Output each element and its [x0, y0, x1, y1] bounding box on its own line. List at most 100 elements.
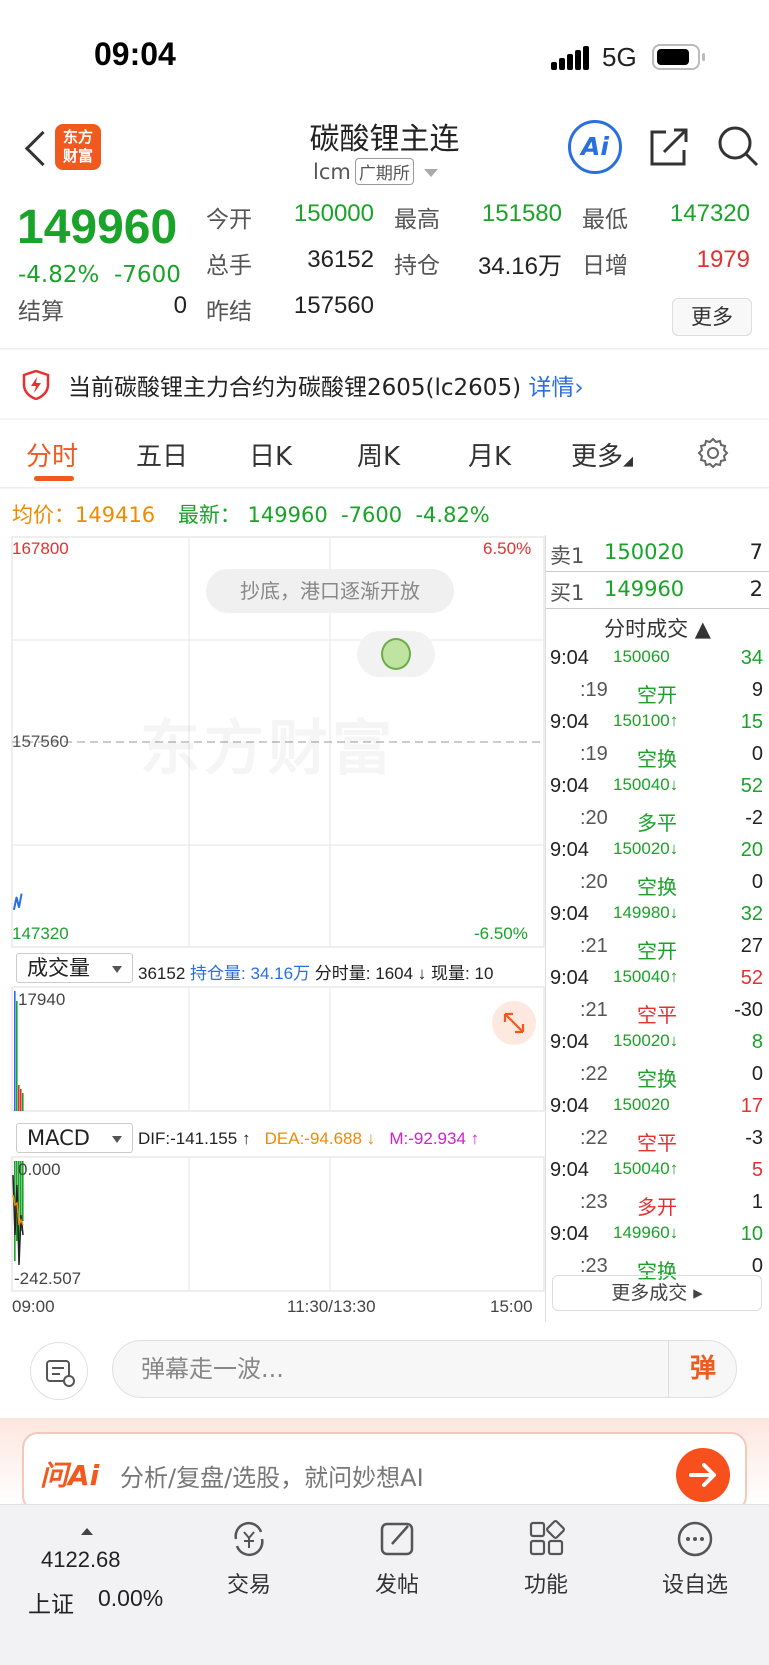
- contract-selector[interactable]: lcm 广期所: [313, 158, 438, 185]
- y-axis-max: 167800: [12, 539, 69, 558]
- tick-row-detail: :20 空换 0: [580, 871, 763, 899]
- more-ticks-button[interactable]: 更多成交 ▸: [552, 1275, 762, 1311]
- edit-icon: [380, 1522, 414, 1556]
- nav-functions[interactable]: 功能: [496, 1519, 596, 1599]
- contract-code: lcm: [313, 160, 351, 184]
- network-type: 5G: [602, 42, 637, 72]
- search-icon[interactable]: [716, 124, 760, 168]
- tick-row-detail: :19 空换 0: [580, 743, 763, 771]
- nav-post[interactable]: 发帖: [347, 1519, 447, 1599]
- expand-icon[interactable]: [492, 1001, 536, 1045]
- index-name: 上证: [28, 1591, 74, 1617]
- latest-value: 149960: [247, 503, 328, 527]
- index-change: 0.00%: [98, 1585, 164, 1611]
- avg-price-value: 149416: [75, 503, 156, 527]
- status-bar: 09:04 5G: [0, 0, 769, 110]
- gear-icon[interactable]: [697, 437, 729, 469]
- last-price: 149960: [17, 201, 178, 254]
- pct-axis-min: -6.50%: [474, 924, 528, 943]
- tick-row: 9:04 150020↓ 8: [550, 1031, 763, 1053]
- latest-change: -7600: [341, 503, 403, 527]
- arrow-right-icon[interactable]: [676, 1448, 730, 1502]
- volume-bar: [22, 1093, 24, 1111]
- tab-weekly-k[interactable]: 周K: [357, 436, 400, 473]
- quote-panel: 149960 -4.82% -7600 今开 150000 最高 151580 …: [0, 194, 769, 349]
- price-point: [20, 893, 23, 895]
- chart-tabs: 分时 五日 日K 周K 月K 更多◢: [0, 420, 769, 488]
- danmu-bubble[interactable]: 抄底，港口逐渐开放: [206, 569, 454, 613]
- tab-five-day[interactable]: 五日: [136, 436, 188, 473]
- ai-logo: 问Ai: [40, 1459, 100, 1492]
- caret-up-icon: [81, 1528, 93, 1535]
- volume-indicator-select[interactable]: 成交量: [16, 953, 133, 983]
- low-value: 147320: [669, 200, 750, 227]
- tick-row: 9:04 150020 17: [550, 1095, 763, 1117]
- sell-1-row: 卖1 150020 7: [546, 535, 769, 572]
- tick-panel: 卖1 150020 7 买1 149960 2 分时成交 ▲ 9:04 15006…: [545, 535, 769, 1322]
- price-point: [18, 906, 20, 909]
- signal-icon: [551, 46, 591, 70]
- tick-row-detail: :19 空开 9: [580, 679, 763, 707]
- danmu-bar: 弹幕走一波... 弹: [0, 1322, 769, 1418]
- tick-row: 9:04 149960↓ 10: [550, 1223, 763, 1245]
- ai-assistant-button[interactable]: Ai: [568, 120, 622, 174]
- grid-icon: [529, 1520, 565, 1556]
- index-value: 4122.68: [41, 1547, 121, 1572]
- tick-row: 9:04 150040↑ 52: [550, 967, 763, 989]
- open-interest-value: 34.16万: [477, 253, 562, 280]
- notice-text: 当前碳酸锂主力合约为碳酸锂2605(lc2605): [68, 375, 522, 401]
- macd-values: DIF:-141.155 ↑ DEA:-94.688 ↓ M:-92.934 ↑: [138, 1129, 479, 1149]
- macd-axis-max: 0.000: [18, 1160, 61, 1179]
- tick-row: 9:04 150040↓ 52: [550, 775, 763, 797]
- tick-row-detail: :21 空开 27: [580, 935, 763, 963]
- macd-m: M:-92.934 ↑: [389, 1129, 480, 1148]
- volume-info: 36152 持仓量: 34.16万 分时量: 1604 ↓ 现量: 10: [138, 964, 494, 983]
- x-axis-end: 15:00: [490, 1297, 533, 1316]
- tick-row-detail: :20 多平 -2: [580, 807, 763, 835]
- active-tab-indicator: [34, 476, 74, 481]
- tick-row-detail: :21 空平 -30: [580, 999, 763, 1027]
- tab-daily-k[interactable]: 日K: [249, 436, 292, 473]
- y-axis-min: 147320: [12, 924, 69, 943]
- intraday-summary: 均价：149416 最新： 149960 -7600 -4.82%: [0, 489, 769, 535]
- open-value: 150000: [293, 200, 374, 227]
- more-dots-icon: [677, 1521, 713, 1557]
- macd-indicator-select[interactable]: MACD: [16, 1123, 133, 1153]
- bottom-nav: 4122.68 上证 0.00% 交易 发帖 功能 设自选: [0, 1504, 769, 1665]
- nav-trade[interactable]: 交易: [199, 1519, 299, 1599]
- volume-bar: [20, 1089, 22, 1111]
- tick-list-header[interactable]: 分时成交 ▲: [546, 609, 769, 643]
- more-quote-button[interactable]: 更多: [672, 298, 752, 336]
- tick-row: 9:04 150040↑ 5: [550, 1159, 763, 1181]
- emoji-sticker-icon[interactable]: [357, 631, 435, 677]
- trade-icon: [234, 1521, 264, 1557]
- watermark: 东方财富: [140, 700, 396, 787]
- intraday-chart[interactable]: 东方财富 167800 6.50% 157560 147320 -6.50% 抄…: [0, 535, 545, 1322]
- latest-label: 最新：: [177, 503, 241, 527]
- tab-more[interactable]: 更多◢: [571, 436, 633, 473]
- latest-change-pct: -4.82%: [415, 503, 490, 527]
- danmu-send-button[interactable]: 弹: [668, 1340, 737, 1398]
- prev-settle-value: 157560: [293, 292, 374, 319]
- danmu-settings-icon[interactable]: [30, 1342, 88, 1400]
- tick-list: 9:04 150060 34:19 空开 9 9:04 150100↑ 15:19 空换 0 9:0…: [546, 643, 769, 1283]
- share-icon[interactable]: [648, 126, 690, 168]
- notice-details-link[interactable]: 详情›: [528, 375, 583, 401]
- buy-1-row: 买1 149960 2: [546, 572, 769, 609]
- x-axis-start: 09:00: [12, 1297, 55, 1316]
- lightning-shield-icon: [22, 370, 50, 400]
- tick-row: 9:04 149980↓ 32: [550, 903, 763, 925]
- tick-row: 9:04 150100↑ 15: [550, 711, 763, 733]
- tick-row: 9:04 150020↓ 20: [550, 839, 763, 861]
- price-change: -4.82% -7600: [18, 262, 181, 288]
- high-value: 151580: [481, 200, 562, 227]
- x-axis-mid: 11:30/13:30: [287, 1297, 376, 1316]
- danmu-input[interactable]: 弹幕走一波...: [112, 1340, 737, 1398]
- exchange-badge: 广期所: [354, 158, 414, 185]
- tab-monthly-k[interactable]: 月K: [468, 436, 511, 473]
- price-point: [13, 908, 15, 911]
- ai-ask-bar[interactable]: 问Ai 分析/复盘/选股，就问妙想AI: [22, 1432, 747, 1512]
- volume-axis-max: 17940: [18, 990, 66, 1009]
- tab-intraday[interactable]: 分时: [26, 436, 78, 473]
- nav-add-watchlist[interactable]: 设自选: [645, 1519, 745, 1599]
